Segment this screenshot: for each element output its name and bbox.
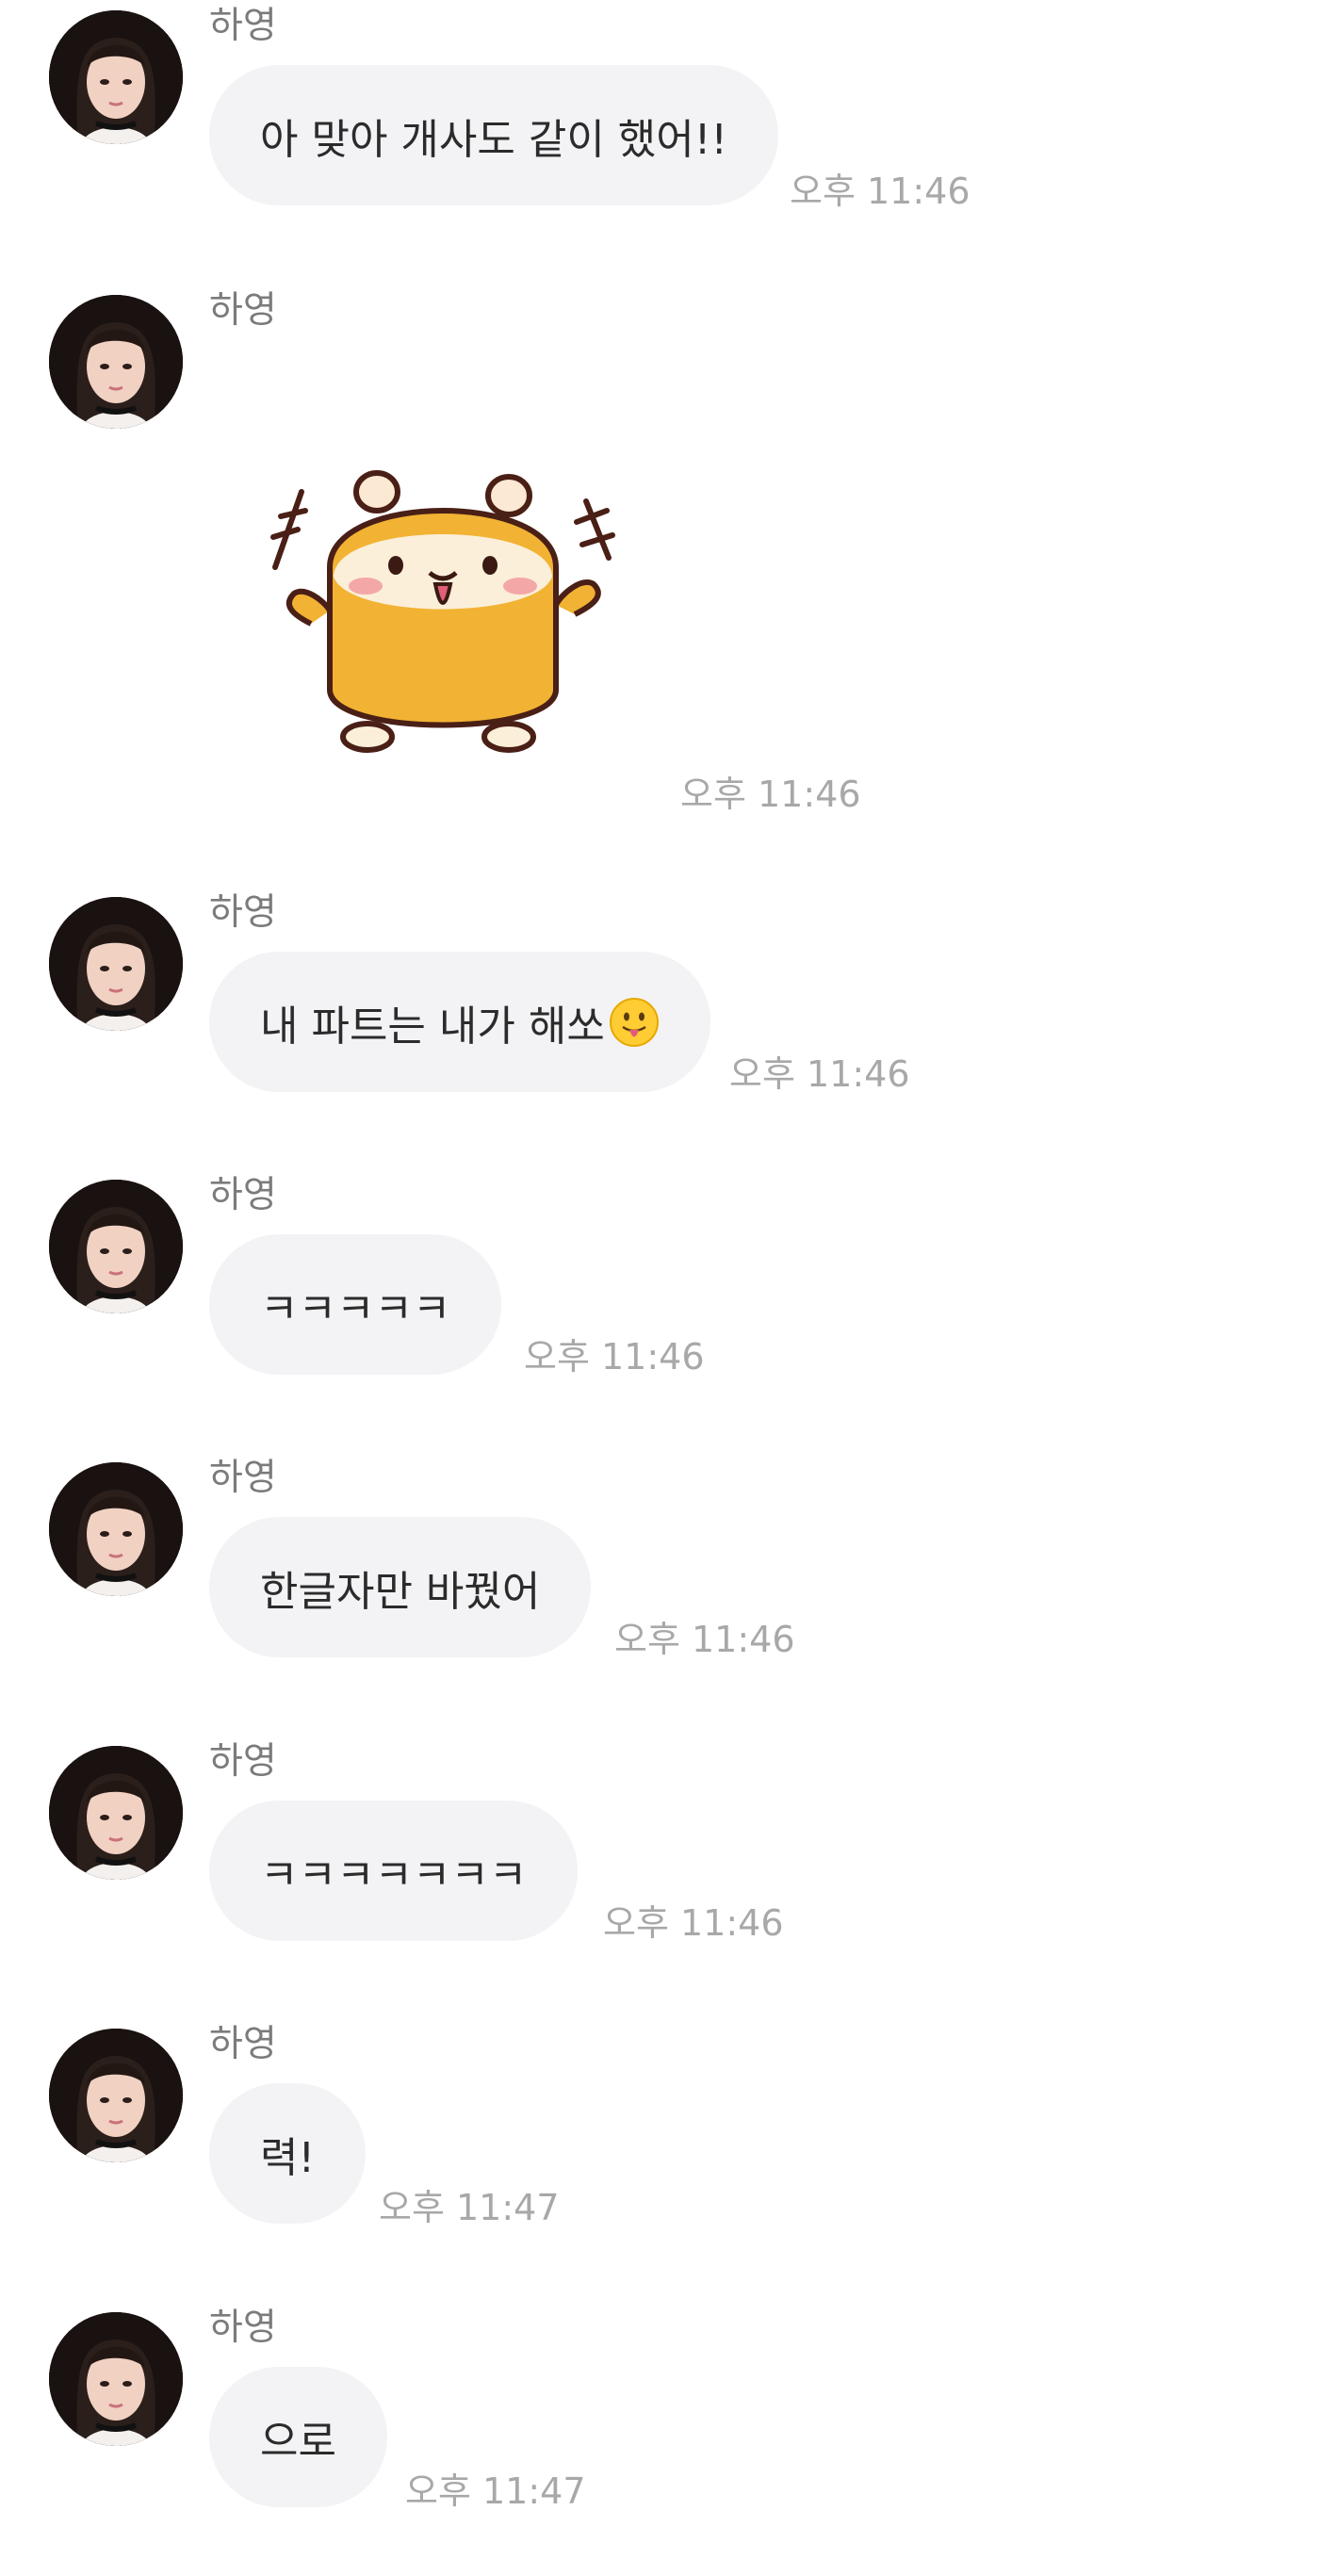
hamster-cheer-sticker[interactable] [254,454,641,774]
sender-name: 하영 [209,2023,277,2065]
message-text: ㅋㅋㅋㅋㅋㅋㅋ [260,1850,528,1899]
message-text: 아 맞아 개사도 같이 했어!! [260,115,728,164]
avatar[interactable] [49,897,183,1031]
message-time: 오후 11:46 [524,1336,705,1378]
sender-name: 하영 [209,891,277,934]
sender-name: 하영 [209,5,277,47]
avatar[interactable] [49,1180,183,1313]
message-bubble[interactable]: 으로 [209,2367,387,2507]
message-bubble[interactable]: 내 파트는 내가 해쏘 [209,952,710,1092]
message-time: 오후 11:46 [603,1902,784,1944]
message-text: 으로 [260,2417,336,2466]
avatar[interactable] [49,10,183,144]
message-time: 오후 11:46 [680,774,861,815]
sender-name: 하영 [209,2307,277,2349]
message-bubble[interactable]: 아 맞아 개사도 같이 했어!! [209,65,779,205]
message-time: 오후 11:46 [729,1053,910,1095]
sender-name: 하영 [209,289,277,332]
sender-name: 하영 [209,1174,277,1216]
message-bubble[interactable]: 력! [209,2083,367,2224]
message-text: 한글자만 바꿨어 [260,1567,541,1616]
message-text: 내 파트는 내가 해쏘 [260,1002,605,1051]
message-bubble[interactable]: ㅋㅋㅋㅋㅋ [209,1234,502,1375]
message-bubble[interactable]: 한글자만 바꿨어 [209,1517,592,1657]
avatar[interactable] [49,1462,183,1596]
message-time: 오후 11:47 [379,2187,560,2228]
avatar[interactable] [49,295,183,429]
message-time: 오후 11:47 [405,2470,586,2512]
tongue-out-face-icon [609,997,659,1047]
message-time: 오후 11:46 [614,1619,795,1660]
message-text: ㅋㅋㅋㅋㅋ [260,1284,451,1333]
sender-name: 하영 [209,1457,277,1499]
avatar[interactable] [49,2312,183,2446]
message-time: 오후 11:46 [790,171,971,212]
hamster-icon [270,470,615,753]
avatar[interactable] [49,2029,183,2162]
sender-name: 하영 [209,1740,277,1783]
message-text: 력! [260,2133,316,2182]
message-bubble[interactable]: ㅋㅋㅋㅋㅋㅋㅋ [209,1801,579,1941]
avatar[interactable] [49,1746,183,1880]
